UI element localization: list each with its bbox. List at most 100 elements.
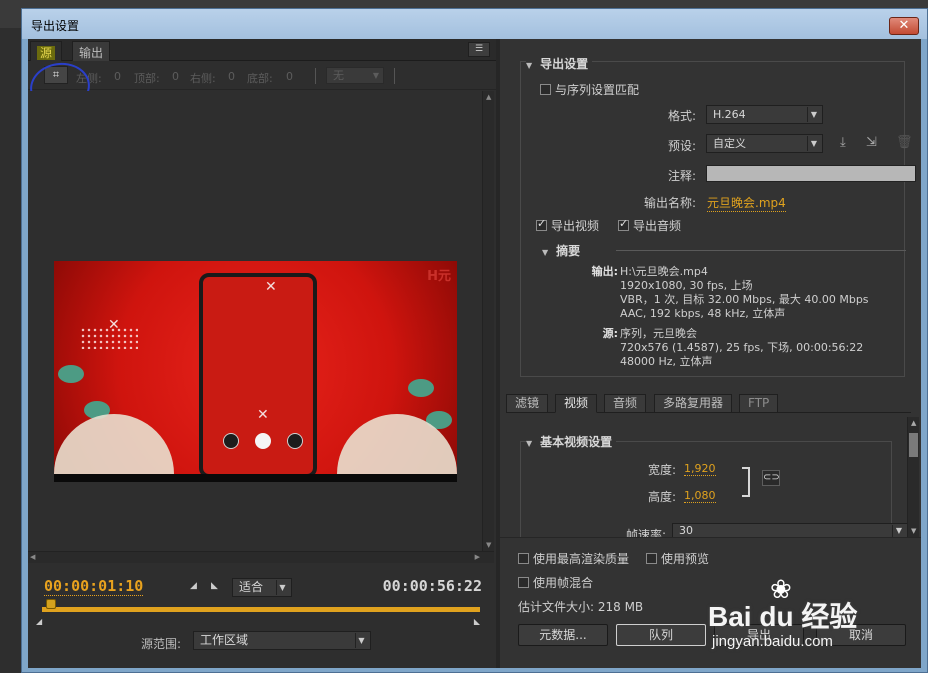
format-select[interactable]: H.264 ▼ xyxy=(706,105,823,124)
window-title: 导出设置 xyxy=(31,19,80,33)
output-name-link[interactable]: 元旦晚会.mp4 xyxy=(707,194,786,212)
crop-ratio-select[interactable]: 无 ▼ xyxy=(326,67,384,84)
export-settings-dialog: 导出设置 ✕ 源 输出 ☰ ⌗ 左侧: 0 顶部: 0 右侧: 0 底部: 0 … xyxy=(21,8,928,673)
pine-graphic xyxy=(58,365,84,383)
video-frame: H元 ✕ ✕ ✕ xyxy=(54,261,457,482)
camera-icon xyxy=(287,433,303,449)
frame-blending-checkbox[interactable]: 使用帧混合 xyxy=(518,574,593,591)
watermark-url: jingyan.baidu.com xyxy=(712,633,833,650)
end-timecode: 00:00:56:22 xyxy=(382,577,482,595)
crop-right-label: 右侧: xyxy=(190,72,216,85)
preset-label: 预设: xyxy=(667,139,696,153)
aspect-bracket xyxy=(742,467,750,497)
preview-tabs: 源 输出 ☰ xyxy=(28,39,496,61)
close-icon: ✕ xyxy=(265,279,277,295)
background-panel xyxy=(0,28,22,673)
basic-video-title[interactable]: ▼ 基本视频设置 xyxy=(526,433,617,450)
export-settings-title[interactable]: ▼ 导出设置 xyxy=(526,55,593,72)
scroll-up-icon[interactable]: ▲ xyxy=(486,93,491,101)
format-label: 格式: xyxy=(667,109,696,123)
width-label: 宽度: xyxy=(647,463,676,477)
collapse-icon: ▼ xyxy=(526,61,533,70)
height-label: 高度: xyxy=(647,490,676,504)
height-value[interactable]: 1,080 xyxy=(684,489,716,503)
hangup-icon xyxy=(255,433,271,449)
settings-vertical-scrollbar[interactable]: ▲ ▼ xyxy=(907,417,919,537)
crop-top-value[interactable]: 0 xyxy=(172,70,179,83)
zoom-fit-select[interactable]: 适合 ▼ xyxy=(232,578,292,597)
summary-output-key: 输出: xyxy=(591,265,618,278)
use-previews-checkbox[interactable]: 使用预览 xyxy=(646,550,709,567)
scroll-down-icon[interactable]: ▼ xyxy=(911,527,916,535)
tab-source[interactable]: 源 xyxy=(30,41,63,61)
preset-select[interactable]: 自定义 ▼ xyxy=(706,134,823,153)
tab-output[interactable]: 输出 xyxy=(72,41,111,61)
comment-label: 注释: xyxy=(667,169,696,183)
in-point-icon[interactable]: ◢ xyxy=(36,617,42,626)
title-bar: 导出设置 ✕ xyxy=(22,9,927,39)
scroll-right-icon[interactable]: ▶ xyxy=(475,553,480,561)
width-value[interactable]: 1,920 xyxy=(684,462,716,476)
pine-graphic xyxy=(408,379,434,397)
crop-bottom-value[interactable]: 0 xyxy=(286,70,293,83)
source-range-label: 源范围: xyxy=(141,637,182,651)
metadata-button[interactable]: 元数据... xyxy=(518,624,608,646)
dialog-content: 源 输出 ☰ ⌗ 左侧: 0 顶部: 0 右侧: 0 底部: 0 无 ▼ H元 … xyxy=(26,39,921,668)
scroll-left-icon[interactable]: ◀ xyxy=(30,553,35,561)
queue-button[interactable]: 队列 xyxy=(616,624,706,646)
out-point-icon[interactable]: ◣ xyxy=(474,617,480,626)
crop-toolbar: ⌗ 左侧: 0 顶部: 0 右侧: 0 底部: 0 无 ▼ xyxy=(28,62,496,90)
summary-source-key: 源: xyxy=(602,327,618,340)
playhead-handle[interactable] xyxy=(46,599,56,609)
source-range-select[interactable]: 工作区域 ▼ xyxy=(193,631,371,650)
current-timecode[interactable]: 00:00:01:10 xyxy=(44,577,144,596)
video-preview-area: H元 ✕ ✕ ✕ xyxy=(28,91,482,551)
import-preset-icon[interactable]: ⇲ xyxy=(866,135,877,150)
video-phone-graphic: ✕ ✕ xyxy=(199,273,317,478)
baidu-jingyan-watermark: ❀ Bai du 经验 jingyan.baidu.com xyxy=(708,575,928,670)
estimated-file-size: 估计文件大小: 218 MB xyxy=(518,600,644,614)
tab-audio[interactable]: 音频 xyxy=(604,394,647,413)
scroll-up-icon[interactable]: ▲ xyxy=(911,419,916,427)
save-preset-icon[interactable]: ⤓ xyxy=(840,135,846,150)
crop-top-label: 顶部: xyxy=(134,72,160,85)
close-icon: ✕ xyxy=(257,407,269,423)
timeline-panel: 00:00:01:10 ◢ ◣ 适合 ▼ 00:00:56:22 ◢ ◣ 源范围:… xyxy=(28,563,494,668)
collapse-icon: ▼ xyxy=(542,248,549,257)
crop-left-value[interactable]: 0 xyxy=(114,70,121,83)
max-render-quality-checkbox[interactable]: 使用最高渲染质量 xyxy=(518,550,629,567)
summary-divider xyxy=(616,250,906,251)
close-button[interactable]: ✕ xyxy=(889,17,919,35)
toolbar-divider xyxy=(394,68,395,84)
panel-menu-icon[interactable]: ☰ xyxy=(468,42,490,57)
close-icon: ✕ xyxy=(108,317,120,333)
step-forward-icon[interactable]: ◣ xyxy=(211,581,218,591)
preview-horizontal-scrollbar[interactable]: ◀ ▶ xyxy=(28,551,494,563)
scroll-down-icon[interactable]: ▼ xyxy=(486,541,491,549)
tab-ftp[interactable]: FTP xyxy=(739,394,779,413)
settings-tabs: 滤镜 视频 音频 多路复用器 FTP xyxy=(506,394,911,413)
share-icon xyxy=(223,433,239,449)
export-audio-checkbox[interactable]: 导出音频 xyxy=(618,217,681,234)
step-back-icon[interactable]: ◢ xyxy=(190,581,197,591)
toolbar-divider xyxy=(315,68,316,84)
summary-source-line: 48000 Hz, 立体声 xyxy=(620,355,713,368)
export-video-checkbox[interactable]: 导出视频 xyxy=(536,217,599,234)
video-watermark-text: H元 xyxy=(427,269,451,284)
tab-video[interactable]: 视频 xyxy=(555,394,598,413)
delete-preset-icon: 🗑 xyxy=(896,135,913,150)
chain-link-icon[interactable]: ⊂⊃ xyxy=(762,470,780,486)
settings-panel: ▼ 导出设置 与序列设置匹配 格式: H.264 ▼ 预设: 自定义 ▼ ⤓ ⇲ 🗑 … xyxy=(500,39,921,668)
crop-bottom-label: 底部: xyxy=(247,72,273,85)
crop-right-value[interactable]: 0 xyxy=(228,70,235,83)
scrollbar-thumb[interactable] xyxy=(909,433,918,457)
match-sequence-checkbox[interactable]: 与序列设置匹配 xyxy=(540,81,639,98)
summary-output-line: AAC, 192 kbps, 48 kHz, 立体声 xyxy=(620,307,786,320)
preview-panel: 源 输出 ☰ ⌗ 左侧: 0 顶部: 0 右侧: 0 底部: 0 无 ▼ H元 … xyxy=(26,39,496,668)
tab-filters[interactable]: 滤镜 xyxy=(506,394,549,413)
timeline-track[interactable] xyxy=(42,607,480,612)
preview-vertical-scrollbar[interactable]: ▲ ▼ xyxy=(482,91,494,551)
tab-multiplexer[interactable]: 多路复用器 xyxy=(654,394,733,413)
summary-title[interactable]: ▼ 摘要 xyxy=(542,242,580,259)
comment-field[interactable] xyxy=(706,165,916,182)
